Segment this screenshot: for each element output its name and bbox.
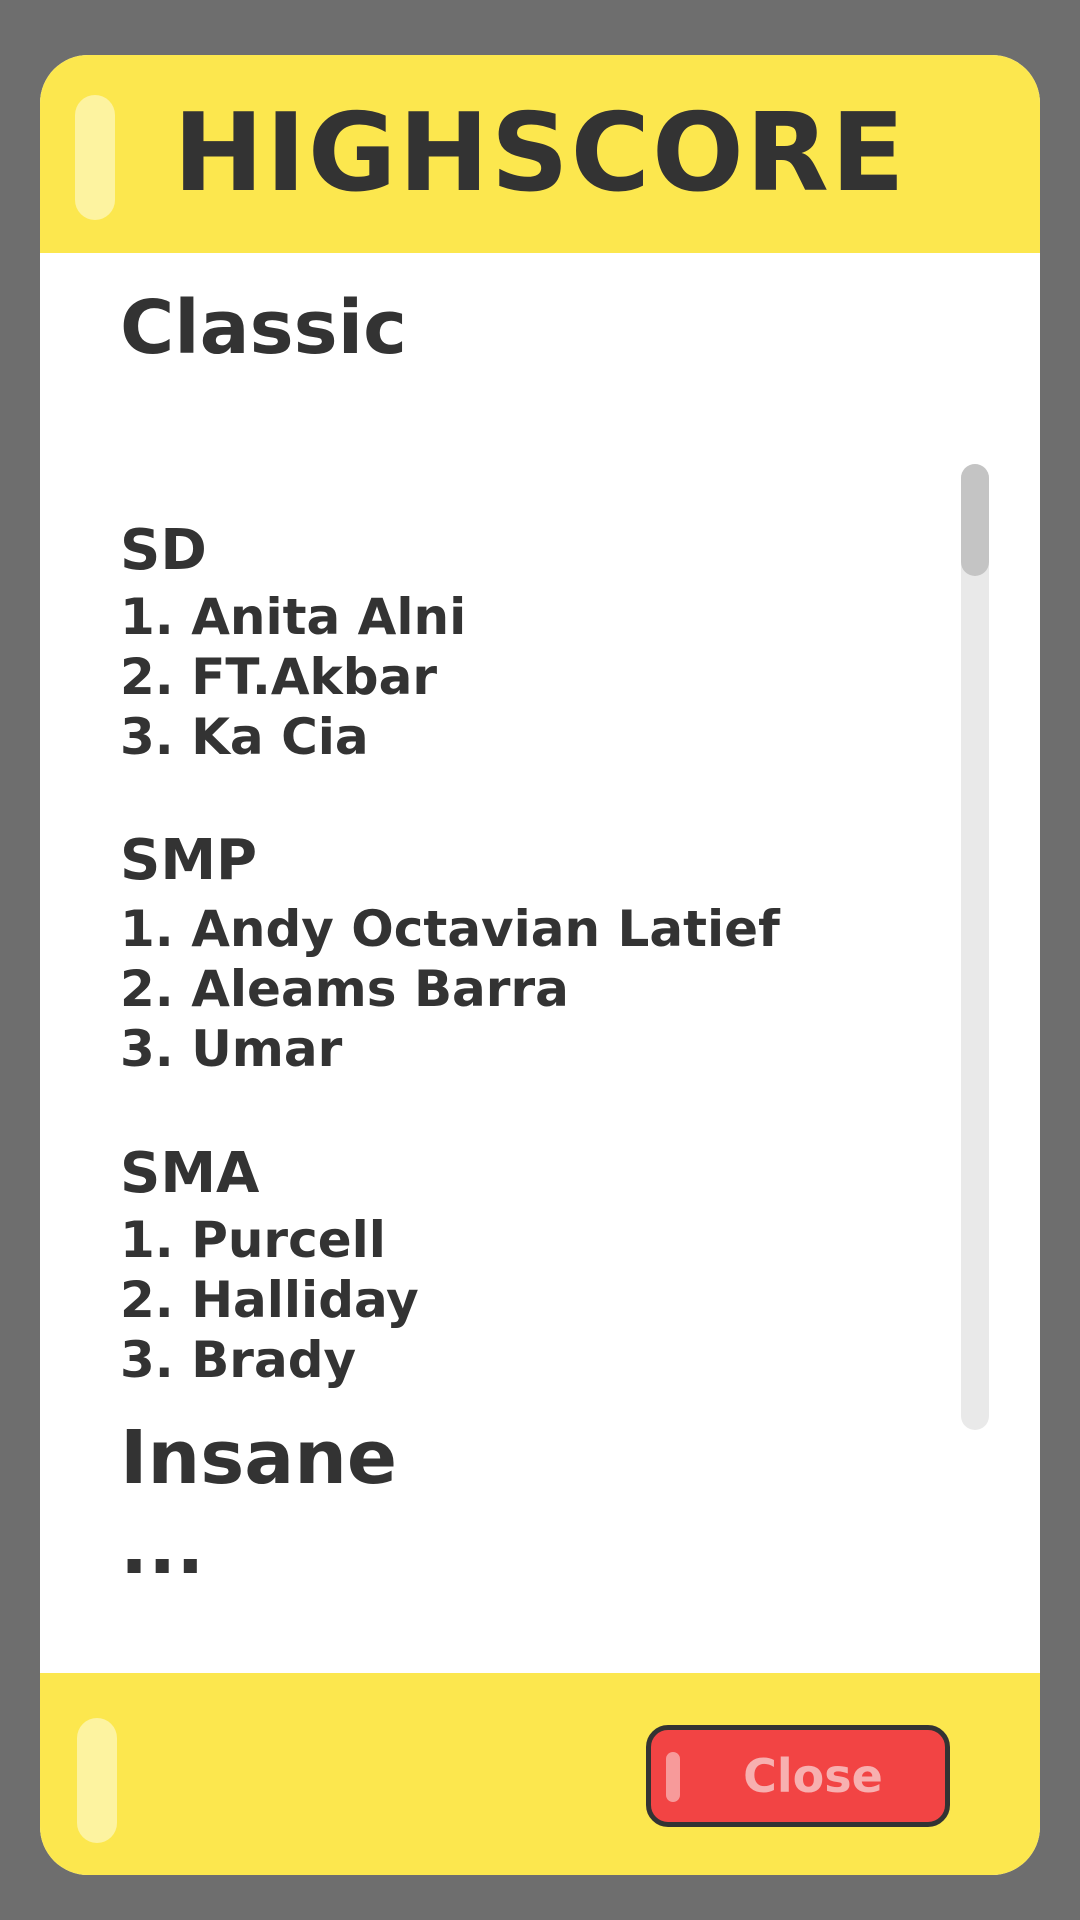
button-highlight-pill — [666, 1752, 680, 1802]
scrollbar-thumb[interactable] — [961, 464, 989, 576]
close-button[interactable]: Close — [646, 1725, 950, 1827]
scrollbar-track[interactable] — [961, 464, 989, 1430]
level-title-sd: SD — [120, 518, 207, 583]
footer-highlight-pill — [77, 1718, 117, 1843]
dialog-header: HIGHSCORE — [40, 55, 1040, 253]
dialog-title: HIGHSCORE — [173, 91, 907, 216]
highscore-dialog: HIGHSCORE Classic SD 1. Anita Alni 2. FT… — [40, 55, 1040, 1875]
list-item: 1. Purcell — [120, 1211, 386, 1269]
list-item: 3. Ka Cia — [120, 708, 369, 766]
list-item: 2. Halliday — [120, 1271, 419, 1329]
list-item: 2. FT.Akbar — [120, 648, 437, 706]
level-title-smp: SMP — [120, 828, 258, 893]
dialog-footer: Close — [40, 1673, 1040, 1875]
list-item: 3. Umar — [120, 1020, 343, 1078]
level-title-sma: SMA — [120, 1141, 260, 1206]
mode-title-classic: Classic — [120, 285, 407, 371]
list-item: 1. Anita Alni — [120, 588, 467, 646]
list-item: 1. Andy Octavian Latief — [120, 900, 780, 958]
list-item: 2. Aleams Barra — [120, 960, 569, 1018]
close-button-label: Close — [743, 1749, 883, 1803]
insane-placeholder: ... — [120, 1505, 205, 1591]
mode-title-insane: Insane — [120, 1415, 398, 1501]
list-item: 3. Brady — [120, 1331, 357, 1389]
highscore-list: Classic SD 1. Anita Alni 2. FT.Akbar 3. … — [120, 253, 940, 1673]
